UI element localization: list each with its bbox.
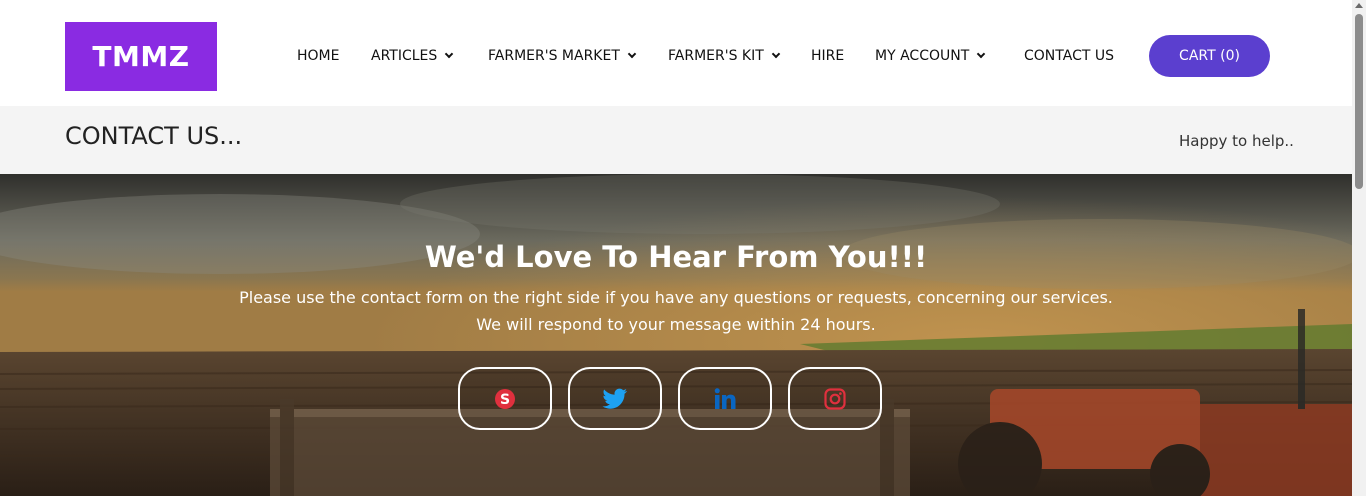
twitter-icon (602, 388, 627, 409)
nav-item-hire[interactable]: HIRE (811, 44, 844, 68)
linkedin-icon (714, 387, 736, 409)
instagram-button[interactable] (788, 367, 882, 430)
site-header: TMMZ HOME ARTICLES FARMER'S MARKET FARME… (0, 0, 1352, 106)
linkedin-button[interactable] (678, 367, 772, 430)
scroll-thumb[interactable] (1355, 14, 1363, 189)
nav-label: MY ACCOUNT (875, 48, 970, 64)
nav-item-articles[interactable]: ARTICLES (371, 44, 454, 68)
nav-label: HIRE (811, 48, 845, 64)
nav-label: FARMER'S MARKET (488, 48, 620, 64)
skype-button[interactable]: S (458, 367, 552, 430)
page-subtitle: Happy to help.. (1179, 132, 1294, 150)
page-title: CONTACT US... (65, 122, 243, 150)
nav-item-farmers-kit[interactable]: FARMER'S KIT (668, 44, 781, 68)
nav-label: CONTACT US (1024, 48, 1114, 64)
hero-heading: We'd Love To Hear From You!!! (424, 240, 928, 274)
nav-item-home[interactable]: HOME (297, 44, 339, 68)
svg-text:S: S (500, 392, 510, 408)
nav-label: FARMER'S KIT (668, 48, 764, 64)
hero-text-line-1: Please use the contact form on the right… (239, 288, 1113, 307)
nav-item-my-account[interactable]: MY ACCOUNT (875, 44, 986, 68)
hero-text-line-2: We will respond to your message within 2… (476, 315, 876, 334)
chevron-down-icon (627, 49, 637, 59)
instagram-icon (824, 387, 846, 410)
page-title-band: CONTACT US... Happy to help.. (0, 106, 1352, 174)
chevron-down-icon (771, 49, 781, 59)
nav-item-contact-us[interactable]: CONTACT US (1024, 44, 1114, 68)
hero-section: We'd Love To Hear From You!!! Please use… (0, 174, 1352, 496)
nav-label: HOME (297, 48, 340, 64)
twitter-button[interactable] (568, 367, 662, 430)
page-scrollbar[interactable] (1352, 0, 1366, 496)
chevron-down-icon (977, 49, 986, 59)
farm-field-background (0, 174, 1352, 496)
cart-button[interactable]: CART (0) (1149, 35, 1270, 77)
scroll-up-arrow-icon[interactable] (1355, 3, 1363, 8)
nav-item-farmers-market[interactable]: FARMER'S MARKET (488, 44, 637, 68)
nav-label: ARTICLES (371, 48, 438, 64)
chevron-down-icon (445, 49, 454, 59)
skype-icon: S (495, 388, 515, 409)
